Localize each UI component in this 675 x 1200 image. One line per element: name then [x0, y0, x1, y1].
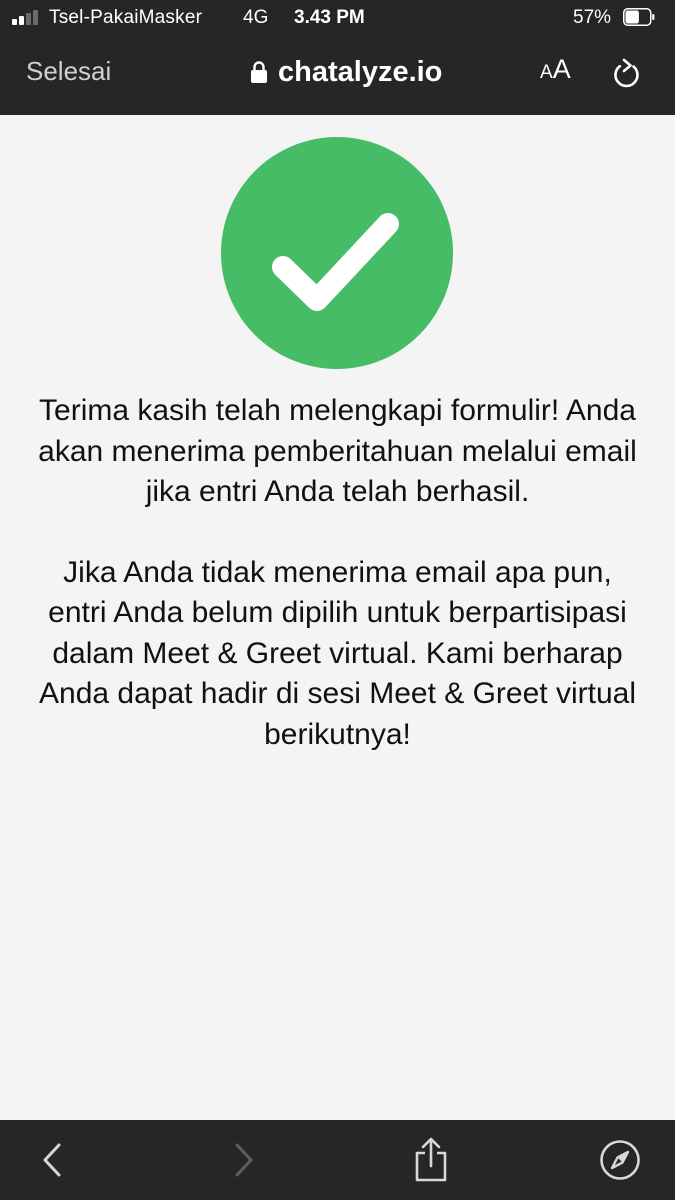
browser-bottom-toolbar — [0, 1120, 675, 1200]
compass-icon — [600, 1140, 640, 1180]
carrier-name: Tsel-PakaiMasker — [49, 7, 203, 28]
signal-strength-icon — [12, 9, 44, 25]
page-content: Terima kasih telah melengkapi formulir! … — [0, 115, 675, 1120]
share-icon — [415, 1137, 447, 1182]
text-size-small-label: A — [540, 62, 553, 83]
chevron-left-icon — [43, 1143, 61, 1177]
lock-icon — [251, 61, 267, 83]
address-bar[interactable]: chatalyze.io — [250, 52, 442, 92]
battery-percent: 57% — [573, 7, 612, 28]
not-selected-paragraph: Jika Anda tidak menerima email apa pun, … — [39, 555, 636, 751]
network-type: 4G — [243, 7, 269, 28]
checkmark-circle-icon — [221, 137, 453, 369]
open-in-safari-button[interactable] — [590, 1120, 650, 1200]
chevron-right-icon — [235, 1143, 253, 1177]
share-button[interactable] — [401, 1120, 461, 1200]
browser-nav-bar: Selesai chatalyze.io AA — [0, 38, 675, 115]
text-size-large-label: A — [552, 54, 571, 84]
battery-icon — [623, 8, 655, 26]
status-bar: Tsel-PakaiMasker 4G 3.43 PM 57% — [0, 0, 675, 38]
thank-you-paragraph: Terima kasih telah melengkapi formulir! … — [38, 394, 637, 508]
url-text: chatalyze.io — [278, 55, 443, 88]
done-button[interactable]: Selesai — [26, 56, 111, 87]
confirmation-message: Terima kasih telah melengkapi formulir! … — [30, 391, 645, 755]
reload-icon[interactable] — [610, 54, 644, 92]
forward-button[interactable] — [214, 1120, 274, 1200]
status-time: 3.43 PM — [294, 7, 365, 28]
browser-top-chrome: Tsel-PakaiMasker 4G 3.43 PM 57% Selesai … — [0, 0, 675, 115]
back-button[interactable] — [22, 1120, 82, 1200]
text-size-button[interactable]: AA — [540, 54, 571, 85]
